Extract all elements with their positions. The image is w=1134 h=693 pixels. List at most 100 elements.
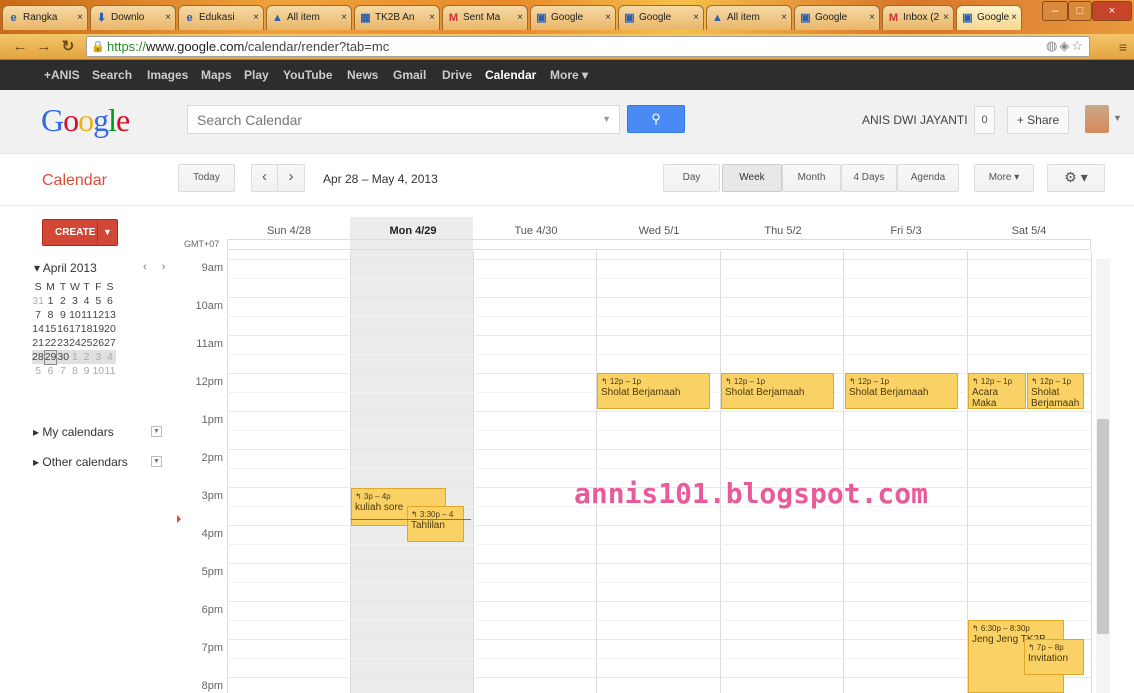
today-button[interactable]: Today bbox=[178, 164, 235, 192]
gbar-item-play[interactable]: Play bbox=[244, 68, 269, 82]
event[interactable]: ↰ 12p – 1p Sholat Berjamaah bbox=[1027, 373, 1084, 409]
gbar-item-profile[interactable]: +ANIS bbox=[44, 68, 80, 82]
view-week-button[interactable]: Week bbox=[722, 164, 782, 192]
day-header[interactable]: Wed 5/1 bbox=[597, 225, 721, 237]
window-close-button[interactable]: × bbox=[1092, 1, 1132, 21]
mini-day[interactable]: 11 bbox=[104, 364, 116, 378]
mini-day[interactable]: 11 bbox=[81, 308, 93, 322]
day-header[interactable]: Fri 5/3 bbox=[844, 225, 968, 237]
google-logo[interactable]: Google bbox=[41, 102, 130, 139]
gbar-item-drive[interactable]: Drive bbox=[442, 68, 472, 82]
other-calendars-section[interactable]: ▸ Other calendars ▼ bbox=[33, 455, 162, 469]
mini-day[interactable]: 27 bbox=[104, 336, 116, 350]
mini-day[interactable]: 26 bbox=[92, 336, 104, 350]
mini-day[interactable]: 1 bbox=[44, 294, 57, 308]
mini-day[interactable]: 6 bbox=[44, 364, 57, 378]
maximize-button[interactable]: □ bbox=[1068, 1, 1092, 21]
chevron-down-icon[interactable]: ▼ bbox=[151, 456, 162, 467]
mini-day[interactable]: 20 bbox=[104, 322, 116, 336]
mini-day[interactable]: 14 bbox=[32, 322, 44, 336]
mini-day[interactable]: 5 bbox=[32, 364, 44, 378]
mini-day[interactable]: 9 bbox=[81, 364, 93, 378]
mini-day[interactable]: 31 bbox=[32, 294, 44, 308]
browser-tab-active[interactable]: ▣ Google × bbox=[956, 5, 1022, 30]
mini-day[interactable]: 13 bbox=[104, 308, 116, 322]
event[interactable]: ↰ 12p – 1p Sholat Berjamaah bbox=[721, 373, 834, 409]
search-button[interactable]: ⚲ bbox=[627, 105, 685, 133]
my-calendars-section[interactable]: ▸ My calendars ▼ bbox=[33, 425, 162, 439]
close-icon[interactable]: × bbox=[517, 12, 523, 23]
browser-tab[interactable]: ▲ All item × bbox=[266, 5, 352, 30]
chevron-down-icon[interactable]: ▼ bbox=[151, 426, 162, 437]
avatar[interactable] bbox=[1085, 105, 1109, 133]
view-agenda-button[interactable]: Agenda bbox=[897, 164, 959, 192]
mini-day[interactable]: 2 bbox=[57, 294, 69, 308]
mini-day[interactable]: 8 bbox=[44, 308, 57, 322]
day-header[interactable]: Sun 4/28 bbox=[227, 225, 351, 237]
browser-tab[interactable]: ▣ Google × bbox=[618, 5, 704, 30]
close-icon[interactable]: × bbox=[943, 12, 949, 23]
all-day-row[interactable] bbox=[227, 239, 1091, 250]
mini-day[interactable]: 28 bbox=[32, 350, 45, 364]
close-icon[interactable]: × bbox=[165, 12, 171, 23]
browser-tab[interactable]: ⬇ Downlo × bbox=[90, 5, 176, 30]
mini-day-today[interactable]: 29 bbox=[43, 349, 58, 365]
mini-day[interactable]: 9 bbox=[57, 308, 69, 322]
view-month-button[interactable]: Month bbox=[782, 164, 841, 192]
gbar-item-news[interactable]: News bbox=[347, 68, 378, 82]
mini-day[interactable]: 4 bbox=[104, 350, 116, 364]
view-day-button[interactable]: Day bbox=[663, 164, 720, 192]
forward-icon[interactable]: → bbox=[34, 37, 54, 57]
day-header[interactable]: Tue 4/30 bbox=[474, 225, 598, 237]
close-icon[interactable]: × bbox=[253, 12, 259, 23]
browser-tab[interactable]: ▣ Google × bbox=[794, 5, 880, 30]
mini-day[interactable]: 19 bbox=[92, 322, 104, 336]
browser-tab[interactable]: ▣ Google × bbox=[530, 5, 616, 30]
browser-tab[interactable]: ▲ All item × bbox=[706, 5, 792, 30]
mini-day[interactable]: 3 bbox=[69, 294, 81, 308]
mini-day[interactable]: 2 bbox=[80, 350, 93, 364]
notification-count[interactable]: 0 bbox=[974, 106, 995, 134]
url-field[interactable]: 🔒 https://www.google.com/calendar/render… bbox=[86, 36, 1090, 57]
chevron-down-icon[interactable]: ▼ bbox=[1113, 113, 1122, 123]
mini-calendar-title[interactable]: ▾ April 2013 bbox=[34, 261, 97, 275]
day-header[interactable]: Sat 5/4 bbox=[967, 225, 1091, 237]
minimize-button[interactable]: – bbox=[1042, 1, 1068, 21]
mini-calendar-nav[interactable]: ‹ › bbox=[143, 261, 171, 273]
close-icon[interactable]: × bbox=[605, 12, 611, 23]
mini-day[interactable]: 1 bbox=[69, 350, 81, 364]
browser-tab[interactable]: ▦ TK2B An × bbox=[354, 5, 440, 30]
close-icon[interactable]: × bbox=[77, 12, 83, 23]
gbar-item-youtube[interactable]: YouTube bbox=[283, 68, 333, 82]
day-header[interactable]: Thu 5/2 bbox=[721, 225, 845, 237]
menu-icon[interactable]: ≡ bbox=[1113, 37, 1133, 57]
event[interactable]: ↰ 12p – 1p Sholat Berjamaah bbox=[597, 373, 710, 409]
mini-day[interactable]: 12 bbox=[92, 308, 104, 322]
close-icon[interactable]: × bbox=[341, 12, 347, 23]
mini-day[interactable]: 6 bbox=[104, 294, 116, 308]
search-input[interactable]: Search Calendar ▼ bbox=[187, 105, 620, 134]
event[interactable]: ↰ 7p – 8p Invitation bbox=[1024, 639, 1084, 675]
settings-button[interactable]: ⚙ ▾ bbox=[1047, 164, 1105, 192]
close-icon[interactable]: × bbox=[429, 12, 435, 23]
close-icon[interactable]: × bbox=[869, 12, 875, 23]
mini-day[interactable]: 30 bbox=[56, 350, 70, 364]
mini-day[interactable]: 18 bbox=[81, 322, 93, 336]
next-week-button[interactable]: › bbox=[277, 164, 305, 192]
create-button[interactable]: CREATE ▼ bbox=[42, 219, 118, 246]
browser-tab[interactable]: M Inbox (2 × bbox=[882, 5, 954, 30]
mini-day[interactable]: 24 bbox=[69, 336, 81, 350]
chevron-down-icon[interactable]: ▼ bbox=[97, 220, 117, 245]
share-button[interactable]: + Share bbox=[1007, 106, 1069, 134]
mini-day[interactable]: 22 bbox=[44, 336, 57, 350]
mini-day[interactable]: 4 bbox=[81, 294, 93, 308]
chevron-down-icon[interactable]: ▼ bbox=[602, 114, 611, 124]
mini-day[interactable]: 5 bbox=[92, 294, 104, 308]
browser-tab[interactable]: e Edukasi × bbox=[178, 5, 264, 30]
more-button[interactable]: More ▾ bbox=[974, 164, 1034, 192]
prev-week-button[interactable]: ‹ bbox=[251, 164, 278, 192]
mini-day[interactable]: 7 bbox=[32, 308, 44, 322]
gbar-item-maps[interactable]: Maps bbox=[201, 68, 232, 82]
mini-day[interactable]: 15 bbox=[44, 322, 57, 336]
scrollbar-thumb[interactable] bbox=[1097, 419, 1109, 634]
